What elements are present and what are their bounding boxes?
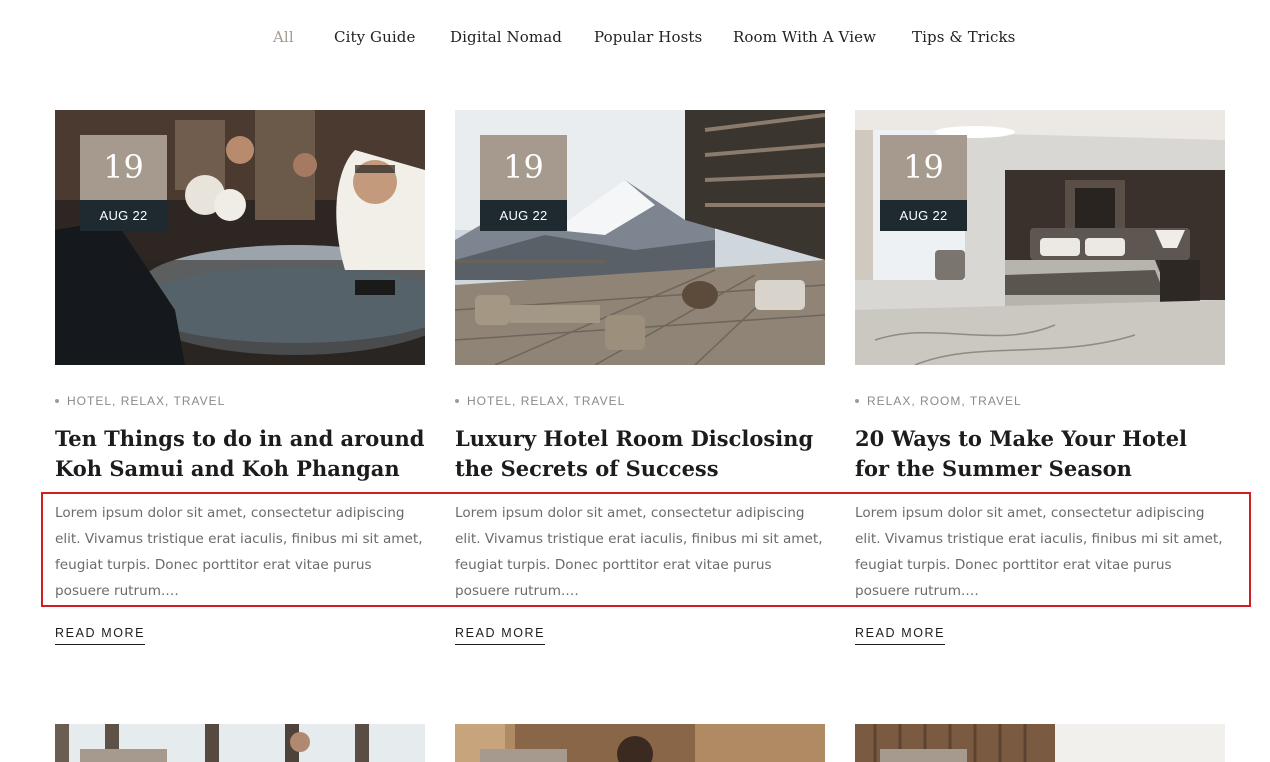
- category-link[interactable]: HOTEL: [467, 394, 512, 408]
- date-badge: [880, 749, 967, 762]
- post-image-terrace[interactable]: 19 AUG 22: [455, 110, 825, 365]
- category-link[interactable]: RELAX: [121, 394, 165, 408]
- read-more-link[interactable]: READ MORE: [855, 626, 946, 645]
- read-more-link[interactable]: READ MORE: [455, 626, 546, 645]
- post-excerpt: Lorem ipsum dolor sit amet, consectetur …: [455, 505, 823, 599]
- filter-popular-hosts[interactable]: Popular Hosts: [594, 28, 702, 46]
- category-link[interactable]: TRAVEL: [970, 394, 1022, 408]
- post-title[interactable]: 20 Ways to Make Your Hotel for the Summe…: [855, 424, 1225, 484]
- filter-room-with-a-view[interactable]: Room With A View: [733, 28, 876, 46]
- category-link[interactable]: TRAVEL: [174, 394, 226, 408]
- date-badge: [80, 749, 167, 762]
- post-image-bar[interactable]: 19 AUG 22: [55, 110, 425, 365]
- post-categories: HOTEL, RELAX, TRAVEL: [455, 394, 625, 408]
- post-excerpt: Lorem ipsum dolor sit amet, consectetur …: [855, 505, 1223, 599]
- date-day: 19: [80, 135, 167, 200]
- category-link[interactable]: RELAX: [521, 394, 565, 408]
- post-title[interactable]: Luxury Hotel Room Disclosing the Secrets…: [455, 424, 825, 484]
- category-link[interactable]: RELAX: [867, 394, 911, 408]
- post-image-bedroom[interactable]: 19 AUG 22: [855, 110, 1225, 365]
- read-more-link[interactable]: READ MORE: [55, 626, 146, 645]
- post-image-partial[interactable]: [455, 724, 825, 762]
- post-card: 19 AUG 22 RELAX, ROOM, TRAVEL 20 Ways to…: [855, 110, 1225, 645]
- bullet-dot-icon: [55, 398, 59, 403]
- date-month: AUG 22: [480, 200, 567, 231]
- post-image-partial[interactable]: [855, 724, 1225, 762]
- post-card: 19 AUG 22 HOTEL, RELAX, TRAVEL Ten Thing…: [55, 110, 425, 645]
- category-link[interactable]: HOTEL: [67, 394, 112, 408]
- category-link[interactable]: ROOM: [920, 394, 961, 408]
- post-categories: RELAX, ROOM, TRAVEL: [855, 394, 1022, 408]
- date-badge: [480, 749, 567, 762]
- post-excerpt: Lorem ipsum dolor sit amet, consectetur …: [55, 505, 423, 599]
- bullet-dot-icon: [855, 398, 859, 403]
- post-title[interactable]: Ten Things to do in and around Koh Samui…: [55, 424, 425, 484]
- category-filter-nav: All City Guide Digital Nomad Popular Hos…: [0, 28, 1270, 54]
- filter-all[interactable]: All: [273, 28, 294, 46]
- date-month: AUG 22: [880, 200, 967, 231]
- bullet-dot-icon: [455, 398, 459, 403]
- filter-city-guide[interactable]: City Guide: [334, 28, 415, 46]
- date-month: AUG 22: [80, 200, 167, 231]
- date-badge: 19 AUG 22: [80, 135, 167, 231]
- date-day: 19: [880, 135, 967, 200]
- post-categories: HOTEL, RELAX, TRAVEL: [55, 394, 225, 408]
- post-card: 19 AUG 22 HOTEL, RELAX, TRAVEL Luxury Ho…: [455, 110, 825, 645]
- date-day: 19: [480, 135, 567, 200]
- post-image-partial[interactable]: [55, 724, 425, 762]
- date-badge: 19 AUG 22: [480, 135, 567, 231]
- category-link[interactable]: TRAVEL: [574, 394, 626, 408]
- filter-tips-and-tricks[interactable]: Tips & Tricks: [912, 28, 1015, 46]
- filter-digital-nomad[interactable]: Digital Nomad: [450, 28, 562, 46]
- date-badge: 19 AUG 22: [880, 135, 967, 231]
